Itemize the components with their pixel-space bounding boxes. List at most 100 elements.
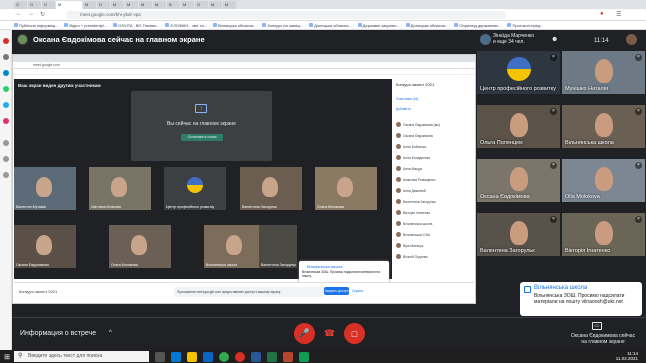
video-tile[interactable]: Ольга Молокова <box>315 167 377 210</box>
self-avatar[interactable] <box>626 34 637 45</box>
meet-icon[interactable] <box>299 351 309 362</box>
browser-tab[interactable]: M <box>223 0 236 9</box>
bookmark-item[interactable]: OSVITA - ВО Темник... <box>113 23 159 28</box>
browser-tab[interactable]: G <box>195 0 208 9</box>
windows-start-icon[interactable]: ⊞ <box>0 350 14 363</box>
browser-tab[interactable]: B <box>167 0 180 9</box>
participant-row[interactable]: Оксана Євдокімова <box>396 132 470 139</box>
whatsapp-icon[interactable] <box>3 86 9 92</box>
participant-row[interactable]: Анна Мащук <box>396 165 470 172</box>
browser-tab-active[interactable]: M <box>56 0 82 9</box>
opera-icon[interactable] <box>235 351 245 362</box>
participant-row[interactable]: Оксана Євдокімова (вы) <box>396 121 470 128</box>
presenting-box: ↑ Вы сейчас на главном экране Остановить… <box>131 91 272 161</box>
browser-tab[interactable]: G <box>42 0 55 9</box>
participant-row[interactable]: Алла Бондаренко <box>396 154 470 161</box>
stop-sharing-button[interactable]: Закрыть доступ <box>324 287 349 295</box>
browser-tab[interactable]: M <box>111 0 124 9</box>
present-status-label[interactable]: Оксана Євдокимова сейчас на главном экра… <box>568 333 638 345</box>
participants-count[interactable]: Участники (44) <box>396 95 470 102</box>
hide-button[interactable]: Скрыть <box>352 287 366 295</box>
bookmark-item[interactable]: Оприлюд державних... <box>454 23 501 28</box>
stop-presenting-button[interactable]: Остановить показ <box>181 134 223 141</box>
edge-icon[interactable] <box>171 351 181 362</box>
participant-tile[interactable]: × Оксана Євдокімова <box>476 158 561 203</box>
instagram-icon[interactable] <box>3 118 9 124</box>
caret-up-icon[interactable]: ^ <box>109 330 112 336</box>
browser-tab[interactable]: M <box>83 0 96 9</box>
participant-tile[interactable]: × Центр професійного розвитку <box>476 50 561 95</box>
camera-indicator-icon[interactable]: ● <box>600 11 604 17</box>
system-clock[interactable]: 11:14 11.02.2021 <box>616 351 638 361</box>
video-tile[interactable]: Валентина Загорульк <box>240 167 302 210</box>
browser-tab[interactable]: G <box>97 0 110 9</box>
participant-row[interactable]: Алла Бойчинко <box>396 143 470 150</box>
video-tile[interactable]: Оксана Євдокимова <box>14 225 76 268</box>
browser-tab[interactable]: G <box>28 0 41 9</box>
participant-tile[interactable]: × Валентина Загорульк <box>476 212 561 257</box>
video-tile[interactable]: Валентин Мутакас <box>14 167 76 210</box>
participant-row[interactable]: Анжеліка Ромащенко <box>396 176 470 183</box>
bookmark-item[interactable]: Донецька обласна... <box>405 23 448 28</box>
participant-row[interactable]: Віталій Подоляк <box>396 253 470 260</box>
participant-row[interactable]: Вікторія Ігнатенко <box>396 209 470 216</box>
video-tile[interactable]: Ольга Молокова <box>109 225 171 268</box>
bookmark-item[interactable]: ЄЛОФКІН - звіт та... <box>165 23 207 28</box>
history-icon[interactable] <box>3 140 9 146</box>
browser-tab[interactable]: M <box>139 0 152 9</box>
browser-tab[interactable]: M <box>181 0 194 9</box>
url-field[interactable]: meet.google.com/hhi-ybdr-vpa <box>66 11 506 19</box>
chat-notification[interactable]: Вільнянська школа Вільнянська ЗОШ. Проси… <box>520 282 642 316</box>
opera-icon[interactable] <box>3 38 9 44</box>
chrome-icon[interactable] <box>219 351 229 362</box>
captions-icon[interactable]: CC <box>592 322 602 330</box>
speed-dial-icon[interactable] <box>3 54 9 60</box>
participant-tile[interactable]: × Мунішко Наталія <box>561 50 646 95</box>
bookmarks-icon[interactable] <box>3 156 9 162</box>
task-view-icon[interactable] <box>155 351 165 362</box>
bookmark-item[interactable]: Донецька обласна... <box>309 23 352 28</box>
participant-row[interactable]: Вільнянська школа <box>396 220 470 227</box>
participant-row[interactable]: Віра Маньчук <box>396 242 470 249</box>
excel-icon[interactable] <box>267 351 277 362</box>
browser-tab[interactable]: M <box>153 0 166 9</box>
participant-tile[interactable]: × Вікторія Ігнатенко <box>561 212 646 257</box>
file-explorer-icon[interactable] <box>187 351 197 362</box>
participant-tile[interactable]: × Olla Molokova <box>561 158 646 203</box>
extensions-icon[interactable]: ☰ <box>616 11 621 18</box>
bookmark-item[interactable]: Відео + presidentpl... <box>64 23 107 28</box>
video-tile[interactable]: Валентина Загорульк <box>259 225 297 268</box>
participant-tile[interactable]: × Вільнянська школа <box>561 104 646 149</box>
store-icon[interactable] <box>203 351 213 362</box>
add-people-button[interactable]: Добавить <box>396 105 470 112</box>
people-icon[interactable]: ☻ <box>551 36 558 43</box>
video-tile[interactable]: Світлана Юганова <box>89 167 151 210</box>
telegram-icon[interactable] <box>3 102 9 108</box>
powerpoint-icon[interactable] <box>283 351 293 362</box>
camera-off-icon[interactable]: □ <box>344 323 365 344</box>
settings-icon[interactable] <box>3 172 9 178</box>
back-icon[interactable]: ← <box>16 11 22 17</box>
word-icon[interactable] <box>251 351 261 362</box>
browser-tab[interactable]: G <box>14 0 27 9</box>
bookmark-item[interactable]: Державні закупівл... <box>357 23 400 28</box>
participant-row[interactable]: Вільнянська СЗШ <box>396 231 470 238</box>
messenger-icon[interactable] <box>3 70 9 76</box>
forward-icon[interactable]: → <box>28 11 34 17</box>
bookmark-item[interactable]: Протокол-пред... <box>507 23 543 28</box>
taskbar-search-field[interactable]: ⚲ Введите здесь текст для поиска <box>14 351 149 362</box>
mic-off-icon[interactable]: 🎤 <box>294 323 315 344</box>
hangup-icon[interactable]: ☎ <box>319 323 340 344</box>
bookmark-item[interactable]: Вінницька обласна... <box>213 23 256 28</box>
browser-tab[interactable]: M <box>125 0 138 9</box>
video-tile[interactable]: Вільнянська школа <box>204 225 266 268</box>
bookmark-item[interactable]: Конкурс на заміщ... <box>262 23 303 28</box>
video-tile[interactable]: Центр професійного розвитку <box>164 167 226 210</box>
bookmark-item[interactable]: Публічна інформац... <box>14 23 58 28</box>
meeting-info-button[interactable]: Информация о встрече <box>20 330 96 337</box>
browser-tab[interactable]: M <box>209 0 222 9</box>
participant-row[interactable]: Валентина Загорульк <box>396 198 470 205</box>
participant-tile[interactable]: × Ольга Поленцюк <box>476 104 561 149</box>
participant-row[interactable]: Анна Дешевий <box>396 187 470 194</box>
reload-icon[interactable]: ↻ <box>40 11 45 18</box>
